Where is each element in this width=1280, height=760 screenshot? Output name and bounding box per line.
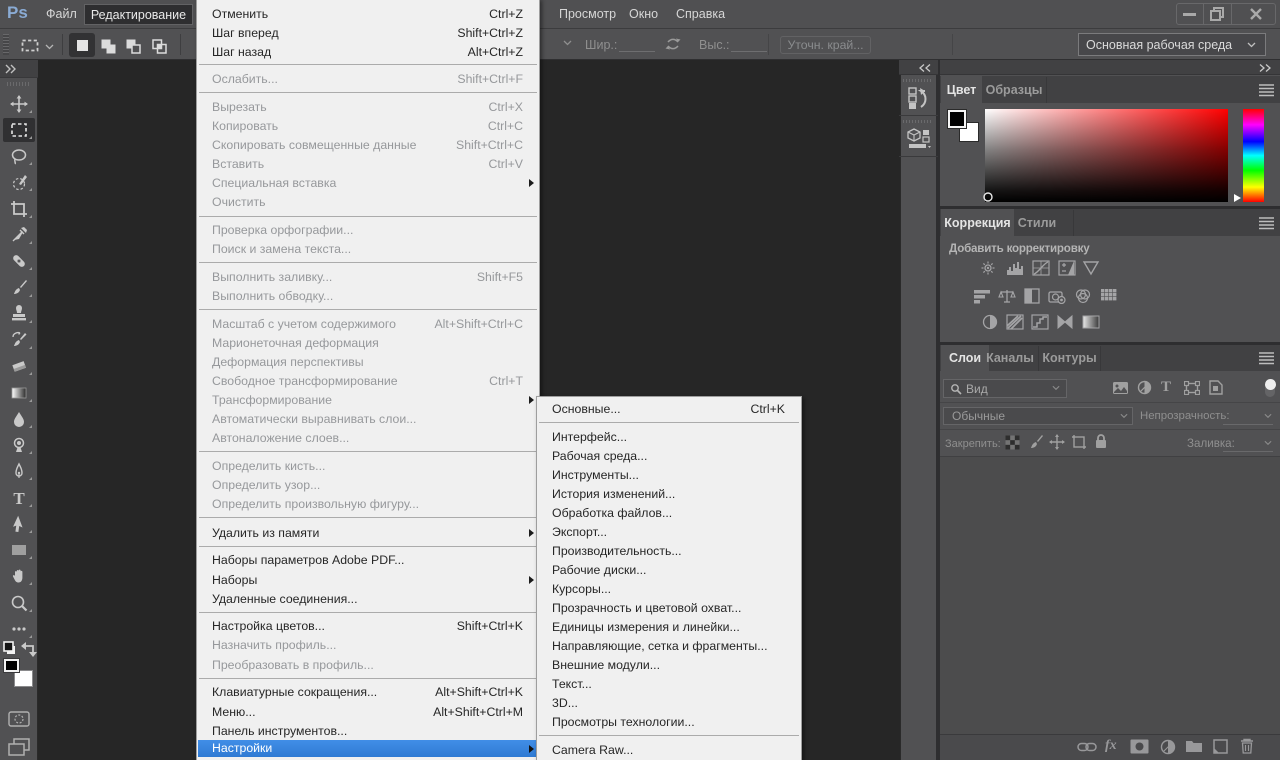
svg-text:T: T — [13, 489, 25, 507]
